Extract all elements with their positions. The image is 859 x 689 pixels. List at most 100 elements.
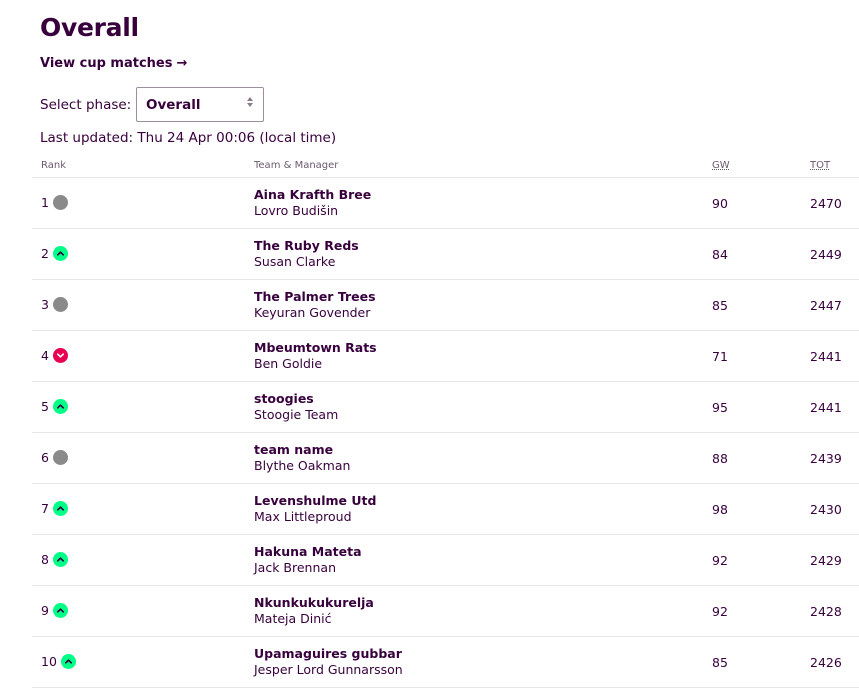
manager-name: Keyuran Govender — [254, 305, 371, 320]
rank-cell: 8 — [41, 552, 68, 567]
rank-number: 10 — [41, 654, 57, 669]
rank-up-icon — [52, 399, 68, 414]
rank-down-icon — [52, 348, 68, 363]
total-points: 2441 — [810, 400, 842, 415]
arrow-right-icon: → — [176, 56, 188, 71]
manager-name: Max Littleproud — [254, 509, 352, 524]
rank-cell: 6 — [41, 450, 68, 465]
total-points: 2428 — [810, 604, 842, 619]
rank-up-icon — [52, 246, 68, 261]
team-name-link[interactable]: The Ruby Reds — [254, 238, 359, 254]
standings-table: Rank Team & Manager GW TOT 1 Aina Krafth … — [32, 155, 859, 688]
view-cup-matches-link[interactable]: View cup matches → — [40, 56, 187, 71]
total-points: 2441 — [810, 349, 842, 364]
page-title: Overall — [40, 13, 139, 42]
total-points: 2429 — [810, 553, 842, 568]
team-name-link[interactable]: Nkunkukukurelja — [254, 595, 374, 611]
manager-name: Jack Brennan — [254, 560, 336, 575]
rank-cell: 9 — [41, 603, 68, 618]
manager-name: Lovro Budišin — [254, 203, 339, 218]
total-points: 2426 — [810, 655, 842, 670]
rank-same-icon — [52, 450, 68, 465]
team-name-link[interactable]: Upamaguires gubbar — [254, 646, 403, 662]
team-cell: Upamaguires gubbar Jesper Lord Gunnarsson — [254, 646, 403, 677]
manager-name: Ben Goldie — [254, 356, 323, 371]
total-points: 2449 — [810, 247, 842, 262]
gw-points: 95 — [712, 400, 728, 415]
table-row: 6 team name Blythe Oakman 88 2439 — [32, 433, 859, 484]
table-body: 1 Aina Krafth Bree Lovro Budišin 90 2470 2 The… — [32, 178, 859, 688]
rank-same-icon — [52, 297, 68, 312]
phase-select[interactable]: Overall — [136, 87, 264, 122]
rank-cell: 1 — [41, 195, 68, 210]
team-cell: Aina Krafth Bree Lovro Budišin — [254, 187, 371, 218]
select-arrows-icon — [247, 97, 253, 107]
team-name-link[interactable]: stoogies — [254, 391, 338, 407]
team-cell: Mbeumtown Rats Ben Goldie — [254, 340, 377, 371]
cup-link-label: View cup matches — [40, 56, 173, 71]
team-name-link[interactable]: team name — [254, 442, 350, 458]
rank-up-icon — [52, 603, 68, 618]
table-row: 4 Mbeumtown Rats Ben Goldie 71 2441 — [32, 331, 859, 382]
rank-same-icon — [52, 195, 68, 210]
team-cell: stoogies Stoogie Team — [254, 391, 338, 422]
team-name-link[interactable]: Aina Krafth Bree — [254, 187, 371, 203]
table-row: 5 stoogies Stoogie Team 95 2441 — [32, 382, 859, 433]
rank-number: 4 — [41, 348, 49, 363]
rank-number: 7 — [41, 501, 49, 516]
total-points: 2470 — [810, 196, 842, 211]
rank-cell: 3 — [41, 297, 68, 312]
manager-name: Susan Clarke — [254, 254, 336, 269]
column-header-gw: GW — [712, 160, 730, 171]
table-row: 7 Levenshulme Utd Max Littleproud 98 2430 — [32, 484, 859, 535]
team-name-link[interactable]: Mbeumtown Rats — [254, 340, 377, 356]
phase-selected-value: Overall — [146, 96, 201, 113]
table-row: 10 Upamaguires gubbar Jesper Lord Gunnarss… — [32, 637, 859, 688]
team-name-link[interactable]: Hakuna Mateta — [254, 544, 362, 560]
rank-up-icon — [52, 552, 68, 567]
rank-number: 1 — [41, 195, 49, 210]
rank-number: 5 — [41, 399, 49, 414]
table-row: 9 Nkunkukukurelja Mateja Dinić 92 2428 — [32, 586, 859, 637]
rank-cell: 4 — [41, 348, 68, 363]
manager-name: Jesper Lord Gunnarsson — [254, 662, 403, 677]
column-header-rank: Rank — [41, 160, 66, 171]
team-cell: Levenshulme Utd Max Littleproud — [254, 493, 376, 524]
team-cell: The Palmer Trees Keyuran Govender — [254, 289, 376, 320]
rank-cell: 5 — [41, 399, 68, 414]
rank-cell: 10 — [41, 654, 76, 669]
gw-points: 92 — [712, 553, 728, 568]
rank-cell: 7 — [41, 501, 68, 516]
gw-points: 98 — [712, 502, 728, 517]
table-row: 3 The Palmer Trees Keyuran Govender 85 2447 — [32, 280, 859, 331]
rank-up-icon — [60, 654, 76, 669]
team-name-link[interactable]: Levenshulme Utd — [254, 493, 376, 509]
rank-number: 9 — [41, 603, 49, 618]
table-row: 8 Hakuna Mateta Jack Brennan 92 2429 — [32, 535, 859, 586]
rank-number: 3 — [41, 297, 49, 312]
gw-points: 92 — [712, 604, 728, 619]
column-header-team: Team & Manager — [254, 160, 339, 171]
table-row: 1 Aina Krafth Bree Lovro Budišin 90 2470 — [32, 178, 859, 229]
gw-points: 90 — [712, 196, 728, 211]
total-points: 2430 — [810, 502, 842, 517]
last-updated-text: Last updated: Thu 24 Apr 00:06 (local ti… — [40, 130, 337, 146]
manager-name: Stoogie Team — [254, 407, 339, 422]
team-cell: The Ruby Reds Susan Clarke — [254, 238, 359, 269]
manager-name: Mateja Dinić — [254, 611, 332, 626]
column-header-tot: TOT — [810, 160, 831, 171]
team-cell: Nkunkukukurelja Mateja Dinić — [254, 595, 374, 626]
gw-points: 85 — [712, 655, 728, 670]
phase-label: Select phase: — [40, 97, 132, 113]
team-cell: team name Blythe Oakman — [254, 442, 350, 473]
gw-points: 84 — [712, 247, 728, 262]
total-points: 2439 — [810, 451, 842, 466]
rank-number: 8 — [41, 552, 49, 567]
rank-number: 2 — [41, 246, 49, 261]
table-row: 2 The Ruby Reds Susan Clarke 84 2449 — [32, 229, 859, 280]
rank-up-icon — [52, 501, 68, 516]
team-cell: Hakuna Mateta Jack Brennan — [254, 544, 362, 575]
rank-number: 6 — [41, 450, 49, 465]
total-points: 2447 — [810, 298, 842, 313]
team-name-link[interactable]: The Palmer Trees — [254, 289, 376, 305]
